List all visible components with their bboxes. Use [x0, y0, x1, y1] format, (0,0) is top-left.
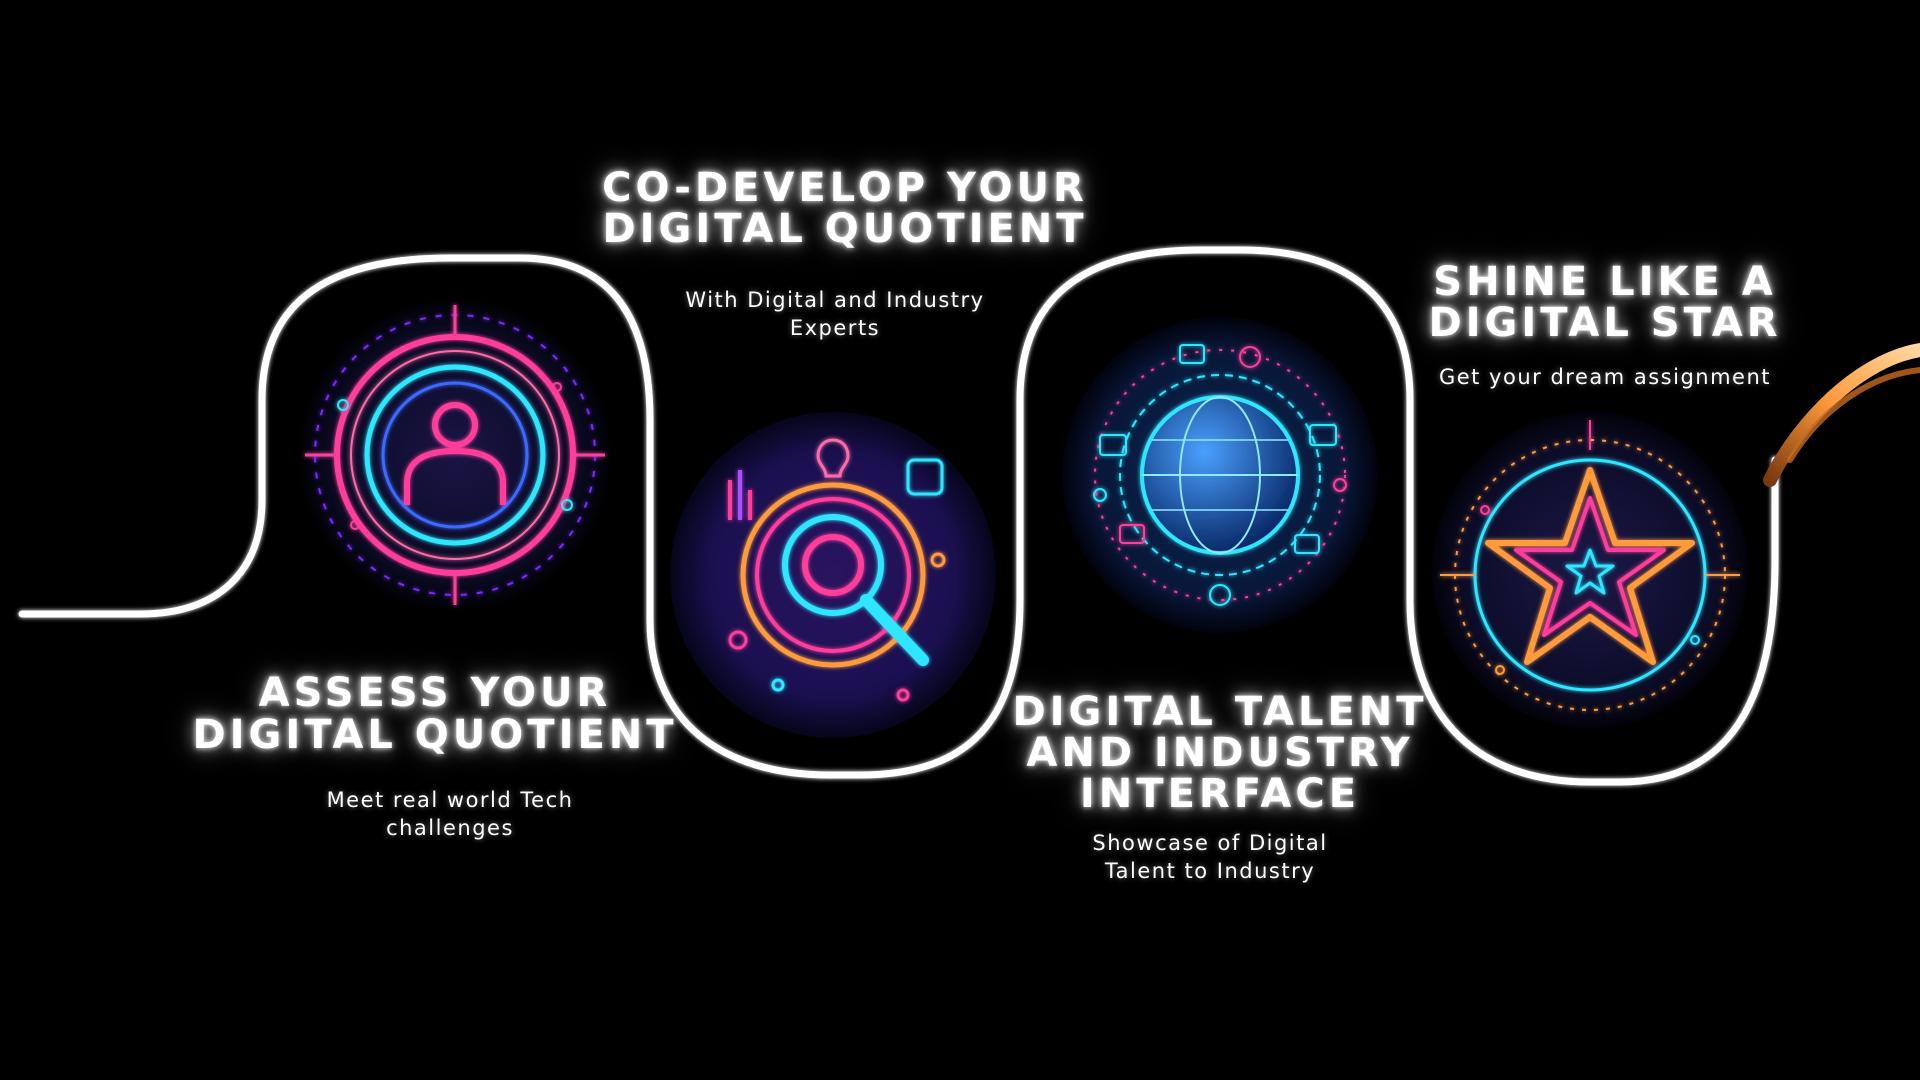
step-4-subtitle: Get your dream assignment — [1438, 365, 1772, 389]
journey-diagram: ASSESS YOUR DIGITAL QUOTIENT Meet real w… — [0, 0, 1920, 1080]
step-3-subtitle: Showcase of Digital Talent to Industry — [1092, 831, 1328, 883]
step-3-badge — [1060, 315, 1380, 635]
step-4-badge — [1430, 410, 1750, 730]
magnifier-icon — [670, 412, 996, 738]
step-4-title: SHINE LIKE A DIGITAL STAR — [1428, 259, 1782, 346]
step-2-title: CO-DEVELOP YOUR DIGITAL QUOTIENT — [602, 165, 1088, 252]
step-1-title: ASSESS YOUR DIGITAL QUOTIENT — [192, 670, 678, 758]
star-icon — [1432, 412, 1748, 728]
step-3-title: DIGITAL TALENT AND INDUSTRY INTERFACE — [1012, 689, 1428, 817]
step-1-subtitle: Meet real world Tech challenges — [326, 788, 574, 840]
person-target-icon — [297, 297, 613, 613]
step-2-badge — [668, 410, 998, 740]
globe-network-icon — [1062, 317, 1378, 633]
step-2-subtitle: With Digital and Industry Experts — [685, 288, 985, 340]
step-1-badge — [295, 295, 615, 615]
